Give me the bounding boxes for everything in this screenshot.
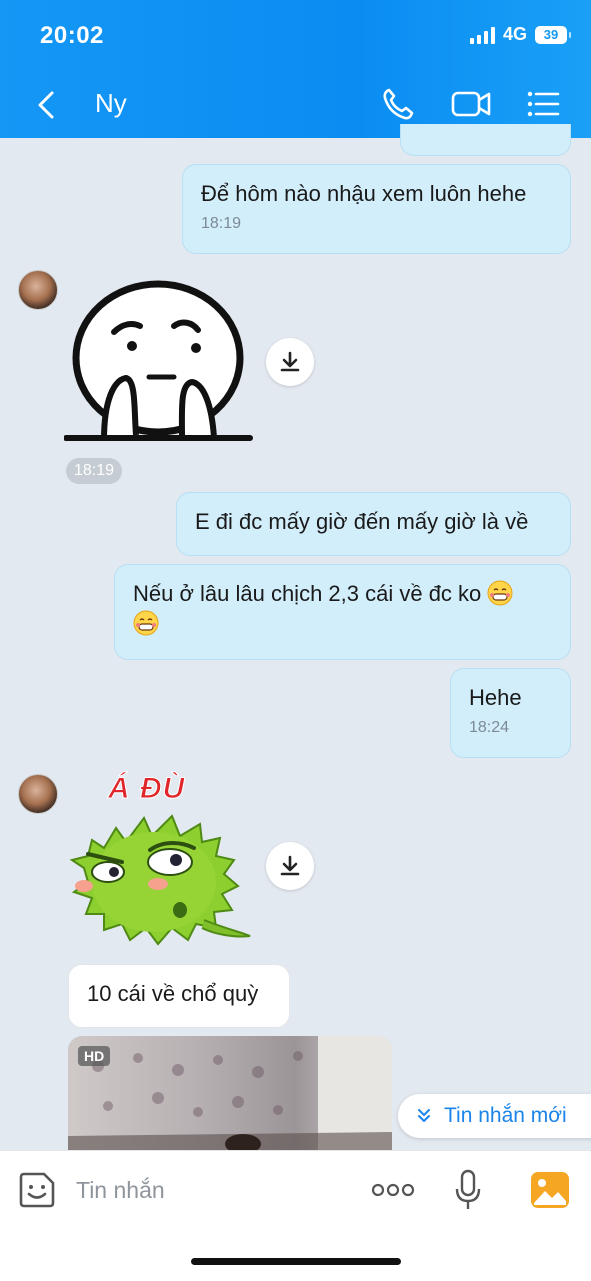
sticker-caption: Á ĐÙ — [107, 772, 186, 806]
network-type: 4G — [502, 24, 527, 44]
outgoing-message[interactable]: Hehe 18:24 — [450, 668, 571, 758]
green-blob-sticker[interactable] — [64, 810, 254, 950]
outgoing-message[interactable]: Nếu ở lâu lâu chịch 2,3 cái về đc ko — [114, 564, 571, 660]
download-icon — [280, 855, 300, 876]
message-time: 18:19 — [201, 215, 242, 232]
download-button[interactable] — [266, 842, 314, 890]
more-options-button[interactable] — [370, 1179, 416, 1201]
sticker-smile-icon — [19, 1172, 55, 1208]
hd-badge: HD — [78, 1046, 111, 1066]
message-text: 10 cái về chổ quỳ — [87, 981, 259, 1006]
voice-message-button[interactable] — [454, 1169, 482, 1216]
incoming-message[interactable]: 10 cái về chổ quỳ — [68, 964, 290, 1028]
chat-header: 20:02 4G 39 Ny — [0, 0, 591, 138]
video-call-button[interactable] — [450, 86, 491, 122]
phone-icon — [383, 88, 414, 120]
curtain-image — [68, 1036, 392, 1152]
video-message-thumbnail[interactable]: HD — [68, 1036, 392, 1152]
outgoing-message[interactable]: Để hôm nào nhậu xem luôn hehe 18:19 — [182, 164, 571, 254]
status-indicators: 4G 39 — [469, 24, 571, 45]
message-text: Hehe — [469, 685, 522, 710]
contact-name[interactable]: Ny — [95, 88, 127, 119]
grinning-emoji-icon — [487, 580, 513, 606]
home-indicator — [191, 1258, 401, 1265]
new-message-label: Tin nhắn mới — [444, 1104, 567, 1127]
list-menu-icon — [527, 91, 560, 117]
worried-face-sticker[interactable] — [64, 280, 254, 445]
message-input[interactable]: Tin nhắn — [76, 1177, 165, 1204]
more-dots-icon — [371, 1183, 415, 1197]
signal-icon — [469, 26, 495, 44]
back-button[interactable] — [30, 88, 64, 122]
video-camera-icon — [451, 91, 491, 117]
chevron-left-icon — [38, 91, 54, 119]
download-icon — [280, 351, 300, 372]
battery-icon: 39 — [535, 25, 571, 44]
new-message-button[interactable]: Tin nhắn mới — [398, 1094, 591, 1138]
chevron-double-down-icon — [418, 1109, 430, 1122]
call-button[interactable] — [380, 86, 420, 122]
sticker-timestamp: 18:19 — [66, 458, 123, 484]
chat-menu-button[interactable] — [525, 86, 565, 122]
message-text: Để hôm nào nhậu xem luôn hehe — [201, 181, 527, 206]
message-text: E đi đc mấy giờ đến mấy giờ là về — [195, 509, 529, 534]
message-time: 18:24 — [469, 719, 510, 736]
microphone-icon — [455, 1169, 481, 1209]
previous-message-bubble[interactable] — [400, 124, 571, 156]
image-gallery-icon — [531, 1172, 569, 1208]
outgoing-message[interactable]: E đi đc mấy giờ đến mấy giờ là về — [176, 492, 571, 556]
gallery-button[interactable] — [530, 1171, 570, 1214]
avatar[interactable] — [18, 270, 58, 310]
message-text: Nếu ở lâu lâu chịch 2,3 cái về đc ko — [133, 581, 482, 606]
status-time: 20:02 — [40, 22, 104, 49]
avatar[interactable] — [18, 774, 58, 814]
sticker-button[interactable] — [18, 1171, 56, 1214]
download-button[interactable] — [266, 338, 314, 386]
battery-level: 39 — [543, 26, 559, 42]
grinning-emoji-icon — [133, 610, 159, 636]
